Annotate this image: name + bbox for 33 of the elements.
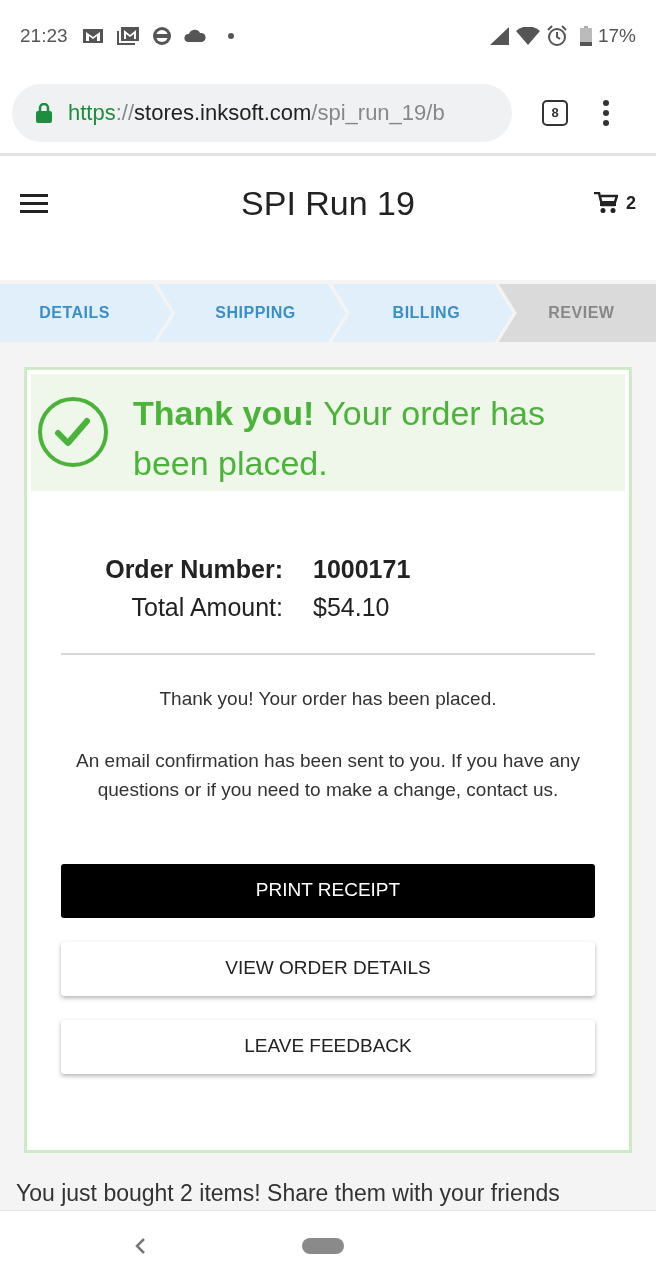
more-menu-icon[interactable] xyxy=(602,98,610,127)
summary-label: Total Amount: xyxy=(130,592,284,623)
action-button[interactable]: PRINT RECEIPT xyxy=(61,863,595,918)
cart-count: 2 xyxy=(626,191,636,215)
lock-icon xyxy=(36,102,52,123)
home-pill[interactable] xyxy=(302,1237,344,1254)
alarm-icon xyxy=(545,25,568,47)
wifi-icon xyxy=(515,27,540,45)
cloud-icon xyxy=(183,29,206,43)
check-circle-icon xyxy=(37,396,109,468)
mail-icon xyxy=(81,27,104,45)
status-time: 21:23 xyxy=(20,23,68,48)
dot-icon xyxy=(227,33,234,39)
share-text: You just bought 2 items! Share them with your friends xyxy=(15,1179,561,1207)
menu-icon[interactable] xyxy=(20,193,48,213)
url-text: https://stores.inksoft.com/spi_run_19/b xyxy=(68,99,445,127)
mail-stack-icon xyxy=(115,26,140,46)
confirmation-note: An email confirmation has been sent to you. If you have any questions or if you need to make a change, contact us. xyxy=(75,748,581,802)
signal-icon xyxy=(489,27,510,45)
summary-label: Order Number: xyxy=(104,554,284,585)
confirmation-message: Thank you! Your order has been placed. xyxy=(158,687,498,711)
summary-value: 1000171 xyxy=(313,554,411,585)
back-icon[interactable] xyxy=(134,1236,146,1255)
summary-value: $54.10 xyxy=(313,592,390,623)
address-bar[interactable]: https://stores.inksoft.com/spi_run_19/b xyxy=(12,83,512,142)
action-button[interactable]: VIEW ORDER DETAILS xyxy=(61,941,595,996)
battery-icon xyxy=(579,26,592,46)
action-button[interactable]: LEAVE FEEDBACK xyxy=(61,1019,595,1074)
success-heading: Thank you! Your order has been placed. xyxy=(133,393,546,484)
store-title: SPI Run 19 xyxy=(241,182,415,224)
cart-icon[interactable] xyxy=(594,192,618,214)
tab-switcher-button[interactable]: 8 xyxy=(542,99,568,126)
battery-percent: 17% xyxy=(597,23,636,48)
